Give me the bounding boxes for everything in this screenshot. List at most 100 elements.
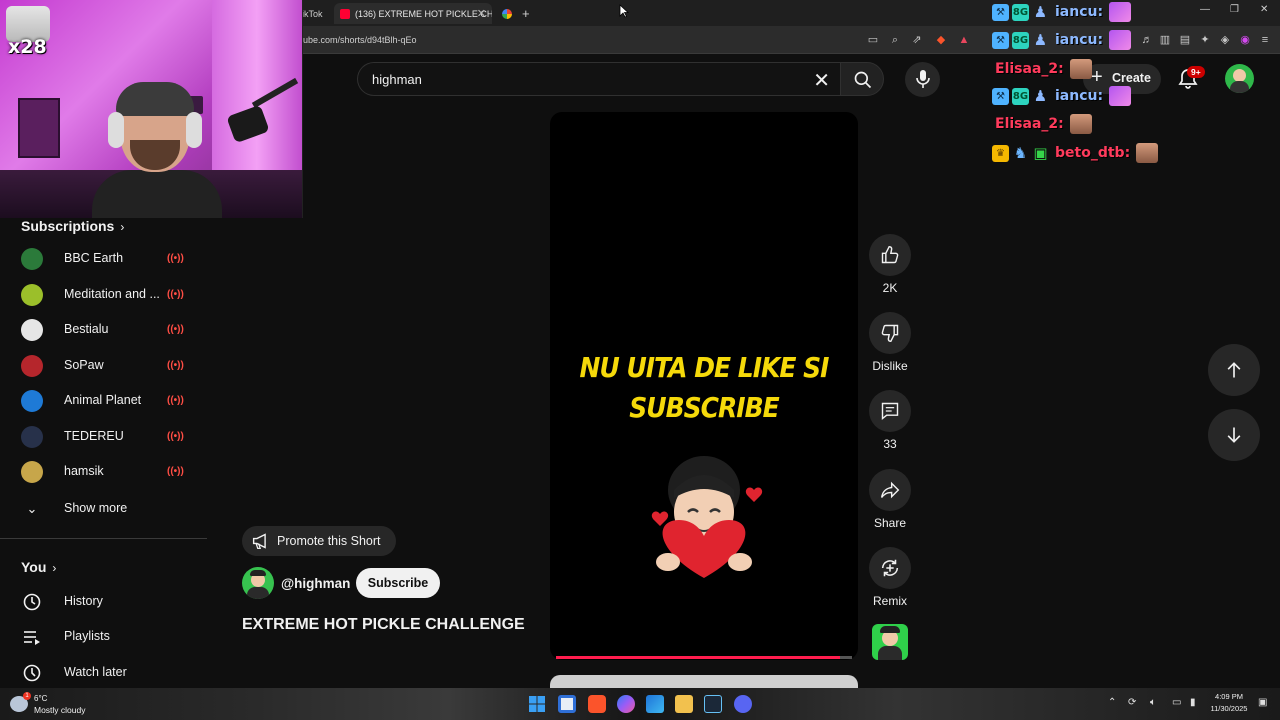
sidebar-toggle-icon[interactable]: ▥ (1158, 33, 1172, 47)
dislike-button[interactable]: Dislike (869, 312, 911, 373)
sidebar-subscription-item[interactable]: Meditation and ... ((•)) (0, 281, 207, 311)
previous-short-button[interactable] (1208, 344, 1260, 396)
chat-message: ♛ ♞ ▣ beto_dtb: (992, 142, 1159, 164)
close-window-icon[interactable]: ✕ (1260, 4, 1268, 15)
you-heading[interactable]: You › (21, 559, 56, 575)
subscriptions-heading[interactable]: Subscriptions › (21, 218, 124, 234)
brave-shields-icon[interactable]: ◆ (934, 33, 948, 47)
thumbs-down-icon (881, 324, 899, 343)
microsoft-365-icon[interactable] (646, 695, 664, 713)
windows-start-icon[interactable] (528, 695, 546, 713)
network-icon[interactable]: ▭ (1172, 697, 1181, 708)
taskbar-clock[interactable]: 4:09 PM 11/30/2025 (1206, 691, 1252, 715)
share-page-icon[interactable]: ⇗ (910, 33, 924, 47)
search-button[interactable] (840, 62, 884, 96)
voice-search-button[interactable] (905, 62, 940, 97)
megaphone-icon (252, 533, 266, 549)
audio-source-thumbnail[interactable] (872, 624, 908, 660)
channel-name-link[interactable]: @highman (281, 576, 350, 591)
remix-label: Remix (872, 594, 907, 608)
chat-username: Elisaa_2: (995, 61, 1064, 77)
watch-later-icon (23, 664, 41, 682)
subscription-name: Bestialu (64, 322, 109, 336)
steam-icon[interactable] (704, 695, 722, 713)
weather-widget[interactable]: 1 6°C Mostly cloudy (10, 692, 120, 715)
account-avatar[interactable] (1225, 64, 1254, 93)
install-app-icon[interactable]: ▭ (866, 33, 880, 47)
extensions-icon[interactable]: ✦ (1198, 33, 1212, 47)
subscribe-button[interactable]: Subscribe (356, 568, 440, 598)
vpn-icon[interactable]: ◈ (1218, 33, 1232, 47)
file-explorer-icon[interactable] (675, 695, 693, 713)
discord-icon[interactable] (734, 695, 752, 713)
comments-button[interactable]: 33 (869, 390, 911, 451)
clear-search-icon[interactable]: ✕ (813, 68, 830, 93)
battery-icon[interactable]: ▮ (1190, 697, 1196, 708)
sidebar-item-playlists[interactable]: Playlists (0, 622, 207, 652)
sidebar-subscription-item[interactable]: BBC Earth ((•)) (0, 245, 207, 275)
short-video-player[interactable]: NU UITA DE LIKE SI SUBSCRIBE (550, 112, 858, 660)
live-indicator-icon: ((•)) (167, 324, 184, 335)
browser-menu-icon[interactable]: ≡ (1258, 33, 1272, 47)
chat-badge-b2-icon: 8G (1012, 87, 1029, 105)
sidebar-divider (0, 538, 207, 539)
next-short-button[interactable] (1208, 409, 1260, 461)
sidebar-subscription-item[interactable]: Bestialu ((•)) (0, 316, 207, 346)
channel-avatar[interactable] (242, 567, 274, 599)
next-short-preview[interactable] (550, 675, 858, 688)
task-view-icon[interactable] (558, 695, 576, 713)
brave-browser-icon[interactable] (588, 695, 606, 713)
chat-emote-icon (1136, 143, 1159, 163)
chat-message: ⚒ 8G ♟ iancu: (992, 85, 1132, 107)
search-icon (854, 71, 872, 89)
like-button[interactable]: 2K (869, 234, 911, 295)
remix-icon (881, 559, 899, 577)
notifications-center-icon[interactable]: ▣ (1258, 697, 1267, 708)
chat-emote-icon (1069, 114, 1092, 134)
tab-youtube-short[interactable]: (136) EXTREME HOT PICKLE CHA ✕ (334, 3, 492, 24)
tab-google[interactable] (496, 3, 518, 24)
close-tab-icon[interactable]: ✕ (477, 7, 486, 20)
copilot-icon[interactable] (617, 695, 635, 713)
video-progress-bar[interactable] (556, 656, 852, 659)
subscription-name: hamsik (64, 464, 104, 478)
arrow-down-icon (1227, 427, 1241, 443)
show-more-button[interactable]: ⌄ Show more (0, 494, 207, 524)
subscription-name: SoPaw (64, 357, 104, 372)
url-field[interactable]: ube.com/shorts/d94tBlh-qEo (303, 35, 417, 45)
weather-temperature: 6°C (34, 694, 48, 703)
sidebar-item-watch-later[interactable]: Watch later (0, 658, 207, 688)
chat-badge-b3-icon: ♟ (1033, 30, 1048, 49)
dislike-label: Dislike (872, 359, 908, 373)
chevron-down-icon: ⌄ (26, 501, 38, 516)
chat-badge-b3-icon: ♟ (1033, 86, 1048, 105)
sidebar-item-history[interactable]: History (0, 587, 207, 617)
zoom-icon[interactable]: ⌕ (888, 33, 902, 47)
subscription-name: Animal Planet (64, 393, 142, 407)
search-input[interactable]: highman (372, 72, 422, 87)
minimize-window-icon[interactable]: — (1200, 4, 1210, 15)
chat-username: iancu: (1055, 88, 1104, 104)
tray-sync-icon[interactable]: ⟳ (1128, 697, 1136, 708)
new-tab-button[interactable]: + (516, 3, 534, 24)
brave-rewards-icon[interactable]: ▲ (957, 33, 971, 47)
wallet-icon[interactable]: ▤ (1178, 33, 1192, 47)
sidebar-subscription-item[interactable]: Animal Planet ((•)) (0, 387, 207, 417)
sidebar-subscription-item[interactable]: SoPaw ((•)) (0, 352, 207, 382)
search-box[interactable]: highman ✕ (357, 62, 840, 96)
remix-button[interactable]: Remix (869, 547, 911, 608)
sidebar-subscription-item[interactable]: hamsik ((•)) (0, 458, 207, 488)
comment-count: 33 (883, 437, 897, 451)
leo-ai-icon[interactable]: ◉ (1238, 33, 1252, 47)
maximize-window-icon[interactable]: ❐ (1230, 4, 1239, 15)
like-circle (869, 234, 911, 276)
sidebar-item-label: Playlists (64, 629, 110, 643)
tab-label: ikTok (302, 8, 323, 19)
tray-chevron-icon[interactable]: ⌃ (1108, 697, 1116, 708)
volume-icon[interactable]: 🔈︎ (1150, 697, 1156, 708)
share-circle (869, 469, 911, 511)
share-button[interactable]: Share (869, 469, 911, 530)
media-icon[interactable]: ♬ (1140, 33, 1154, 47)
sidebar-subscription-item[interactable]: TEDEREU ((•)) (0, 423, 207, 453)
promote-short-button[interactable]: Promote this Short (242, 526, 396, 556)
